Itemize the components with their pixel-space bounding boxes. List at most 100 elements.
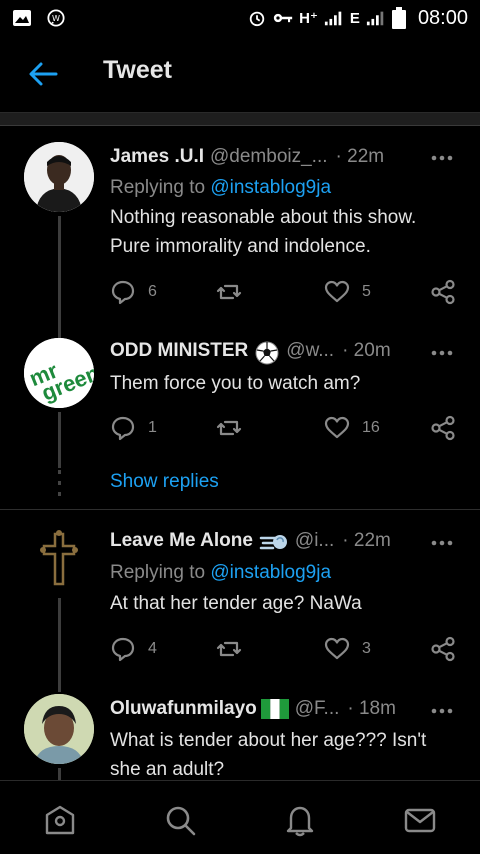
- author-name[interactable]: Leave Me Alone: [110, 530, 253, 552]
- tweet-actions: 4 3: [110, 636, 460, 664]
- author-name[interactable]: Oluwafunmilayo: [110, 698, 257, 720]
- more-horizontal-icon[interactable]: [430, 154, 454, 162]
- tweet-time: · 22m: [342, 530, 391, 551]
- network-type-label-2: E: [349, 9, 360, 27]
- more-horizontal-icon[interactable]: [430, 539, 454, 547]
- heart-icon: [324, 637, 350, 660]
- like-button[interactable]: 5: [324, 279, 371, 305]
- network-type-label: H⁺: [299, 10, 318, 27]
- tweet-item[interactable]: Oluwafunmilayo @F... · 18m What is tende…: [0, 690, 480, 780]
- like-count: 16: [362, 419, 380, 436]
- avatar[interactable]: mr green: [24, 338, 94, 408]
- share-button[interactable]: [430, 636, 456, 662]
- app-header: Tweet: [0, 40, 480, 108]
- share-button[interactable]: [430, 279, 456, 305]
- tweet-text: Them force you to watch am?: [110, 373, 361, 394]
- author-handle[interactable]: @i...: [295, 530, 334, 552]
- soccer-ball-icon: [255, 341, 279, 365]
- heart-icon: [324, 280, 350, 303]
- tweet-header: Leave Me Alone @i... · 22m: [110, 530, 391, 554]
- signal-icon-2: [366, 11, 384, 26]
- mr-green-logo: mr green: [24, 338, 94, 408]
- heart-icon: [324, 416, 350, 439]
- header-divider: [0, 112, 480, 126]
- divider: [0, 509, 480, 510]
- share-button[interactable]: [430, 415, 456, 441]
- retweet-icon: [216, 420, 242, 436]
- replying-to: Replying to @instablog9ja: [110, 177, 331, 199]
- dash-wind-icon: [259, 535, 287, 550]
- tweet-header: ODD MINISTER @w... · 20m: [110, 340, 391, 366]
- author-handle[interactable]: @w...: [286, 340, 334, 362]
- avatar[interactable]: [24, 694, 94, 764]
- mail-icon[interactable]: [403, 803, 437, 837]
- replying-handle-link[interactable]: @instablog9ja: [210, 562, 331, 583]
- search-icon[interactable]: [163, 803, 197, 837]
- like-button[interactable]: 3: [324, 636, 371, 662]
- clock: 08:00: [417, 6, 468, 29]
- bottom-navigation: [0, 780, 480, 854]
- tweet-text: At that her tender age? NaWa: [110, 593, 362, 614]
- like-button[interactable]: 16: [324, 415, 380, 441]
- tweet-header: James .U.I @demboiz_... · 22m: [110, 146, 384, 168]
- home-icon[interactable]: [43, 803, 77, 837]
- tweet-item[interactable]: James .U.I @demboiz_... · 22m Replying t…: [0, 140, 480, 340]
- tweet-item[interactable]: Leave Me Alone @i... · 22m Replying to @…: [0, 522, 480, 692]
- reply-count: 1: [148, 419, 157, 436]
- retweet-button[interactable]: [216, 415, 242, 441]
- share-icon: [431, 636, 455, 662]
- thread-line: [58, 768, 61, 780]
- page-title: Tweet: [103, 56, 172, 84]
- tweet-header: Oluwafunmilayo @F... · 18m: [110, 698, 396, 720]
- thread-line: [58, 598, 61, 692]
- alarm-icon: [249, 11, 265, 27]
- thread-line: [58, 216, 61, 340]
- signal-icon: [324, 11, 342, 26]
- author-handle[interactable]: @demboiz_...: [210, 146, 328, 168]
- more-horizontal-icon[interactable]: [430, 349, 454, 357]
- retweet-icon: [216, 641, 242, 657]
- reply-icon: [111, 637, 135, 662]
- reply-icon: [111, 280, 135, 305]
- bell-icon[interactable]: [283, 803, 317, 837]
- reply-button[interactable]: 4: [110, 636, 157, 662]
- whatsapp-icon: W: [47, 9, 65, 27]
- battery-icon: [391, 7, 406, 29]
- nigeria-flag-icon: [260, 699, 289, 719]
- avatar-person-image: [24, 694, 94, 764]
- avatar[interactable]: [24, 142, 94, 212]
- show-replies-link[interactable]: Show replies: [110, 471, 219, 493]
- retweet-icon: [216, 284, 242, 300]
- reply-count: 4: [148, 640, 157, 657]
- share-icon: [431, 279, 455, 305]
- tweet-actions: 6 5: [110, 279, 460, 307]
- gallery-icon: [13, 10, 31, 26]
- tweet-item[interactable]: mr green ODD MINISTER @w... · 20m Them f…: [0, 336, 480, 506]
- more-horizontal-icon[interactable]: [430, 707, 454, 715]
- cross-image: [24, 524, 94, 594]
- author-name[interactable]: ODD MINISTER: [110, 340, 248, 362]
- tweet-actions: 1 16: [110, 415, 460, 443]
- replying-handle-link[interactable]: @instablog9ja: [210, 177, 331, 198]
- arrow-left-icon[interactable]: [28, 60, 58, 88]
- reply-button[interactable]: 1: [110, 415, 157, 441]
- thread-line: [58, 412, 61, 468]
- thread-continuation-dots: [58, 470, 61, 496]
- author-handle[interactable]: @F...: [295, 698, 340, 720]
- status-bar: W H⁺ E 08:00: [0, 0, 480, 36]
- reply-count: 6: [148, 283, 157, 300]
- share-icon: [431, 415, 455, 441]
- avatar[interactable]: [24, 524, 94, 594]
- replying-prefix: Replying to: [110, 177, 211, 198]
- reply-button[interactable]: 6: [110, 279, 157, 305]
- like-count: 3: [362, 640, 371, 657]
- tweet-time: · 18m: [347, 698, 396, 719]
- retweet-button[interactable]: [216, 636, 242, 662]
- retweet-button[interactable]: [216, 279, 242, 305]
- like-count: 5: [362, 283, 371, 300]
- svg-text:W: W: [52, 13, 60, 23]
- reply-icon: [111, 416, 135, 441]
- tweet-text: Nothing reasonable about this show. Pure…: [110, 207, 417, 257]
- author-name[interactable]: James .U.I: [110, 146, 204, 168]
- key-icon: [274, 13, 293, 23]
